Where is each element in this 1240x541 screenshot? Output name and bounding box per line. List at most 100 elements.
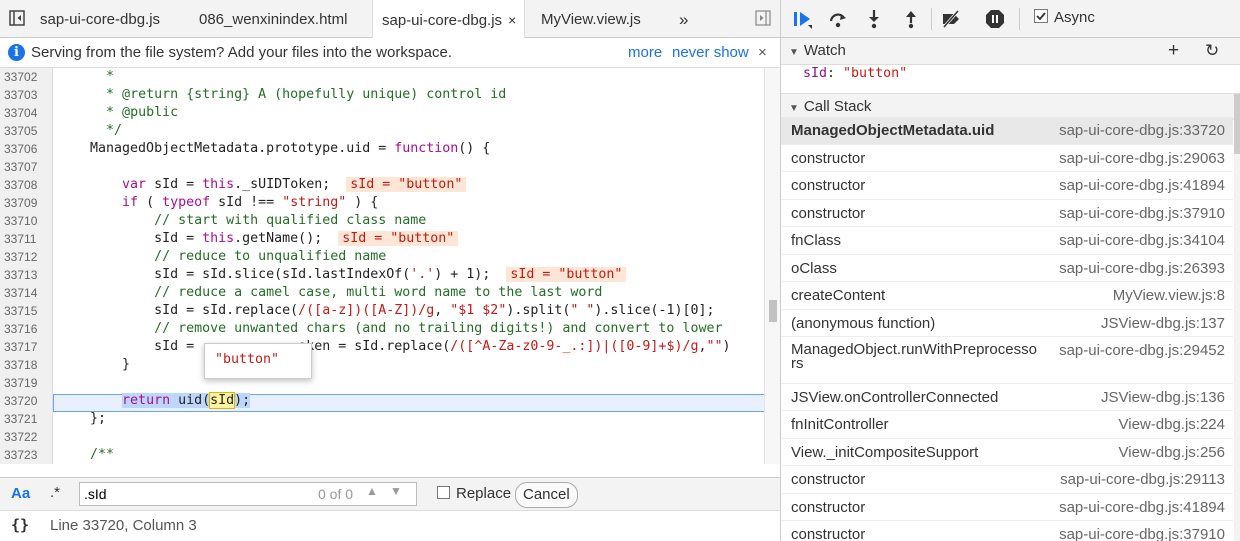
call-frame[interactable]: oClass sap-ui-core-dbg.js:26393 (781, 255, 1233, 282)
step-into-icon[interactable] (864, 9, 884, 29)
match-case-toggle[interactable]: Aa (11, 485, 30, 502)
line-number[interactable]: 33722 (0, 428, 53, 446)
previous-match-icon[interactable]: ▲ (366, 484, 378, 498)
call-frame-location[interactable]: sap-ui-core-dbg.js:34104 (1059, 227, 1225, 254)
call-frame-location[interactable]: sap-ui-core-dbg.js:41894 (1059, 494, 1225, 521)
call-frame[interactable]: constructor sap-ui-core-dbg.js:37910 (781, 521, 1233, 541)
regex-toggle[interactable]: .* (50, 484, 60, 501)
call-frame[interactable]: ManagedObjectMetadata.uid sap-ui-core-dbg… (781, 117, 1233, 145)
never-show-link[interactable]: never show (672, 38, 749, 68)
code-line: * @return {string} A (hopefully unique) … (106, 87, 507, 102)
call-frame[interactable]: fnInitController View-dbg.js:224 (781, 411, 1233, 439)
call-frame-location[interactable]: sap-ui-core-dbg.js:29452 (1059, 337, 1225, 364)
tab-sap-ui-core-dbg-1[interactable]: sap-ui-core-dbg.js (40, 0, 160, 37)
watch-header[interactable]: ▼ Watch + ↻ (781, 38, 1240, 65)
tab-086-wenxinindex[interactable]: 086_wenxinindex.html (199, 0, 347, 37)
call-stack-header[interactable]: ▼ Call Stack (781, 93, 1240, 120)
step-over-icon[interactable] (828, 9, 848, 29)
line-number[interactable]: 33704 (0, 104, 53, 122)
tab-close-icon[interactable]: × (508, 12, 516, 28)
scrollbar-thumb[interactable] (769, 300, 777, 322)
line-number[interactable]: 33716 (0, 320, 53, 338)
call-frame-function: ManagedObjectMetadata.uid (791, 122, 995, 139)
code-editor[interactable]: 33702 33703 33704 33705 33706 33707 33708 33709… (0, 68, 780, 464)
call-frame[interactable]: fnClass sap-ui-core-dbg.js:34104 (781, 227, 1233, 255)
line-number[interactable]: 33715 (0, 302, 53, 320)
call-frame[interactable]: JSView.onControllerConnected JSView-dbg.j… (781, 384, 1233, 411)
call-frame-function: constructor (791, 471, 866, 488)
code-line: * @public (106, 105, 179, 120)
call-frame-location[interactable]: MyView.view.js:8 (1113, 282, 1225, 309)
line-number[interactable]: 33706 (0, 140, 53, 158)
call-frame[interactable]: (anonymous function) JSView-dbg.js:137 (781, 310, 1233, 337)
pretty-print-icon[interactable]: {} (11, 516, 29, 534)
step-out-icon[interactable] (901, 9, 921, 29)
line-number[interactable]: 33723 (0, 446, 53, 464)
line-number[interactable]: 33714 (0, 284, 53, 302)
call-frame-location[interactable]: sap-ui-core-dbg.js:37910 (1059, 521, 1225, 541)
call-frame-location[interactable]: sap-ui-core-dbg.js:37910 (1059, 200, 1225, 227)
line-number[interactable]: 33709 (0, 194, 53, 212)
line-number[interactable]: 33702 (0, 68, 53, 86)
line-number[interactable]: 33713 (0, 266, 53, 284)
cancel-button[interactable]: Cancel (515, 482, 578, 508)
line-number[interactable]: 33708 (0, 176, 53, 194)
tab-label: 086_wenxinindex.html (199, 11, 348, 28)
tab-label: sap-ui-core-dbg.js (40, 11, 161, 28)
call-frame[interactable]: createContent MyView.view.js:8 (781, 282, 1233, 310)
call-frame-location[interactable]: JSView-dbg.js:136 (1101, 384, 1225, 411)
line-number[interactable]: 33707 (0, 158, 53, 176)
next-match-icon[interactable]: ▼ (390, 484, 402, 498)
deactivate-breakpoints-icon[interactable] (941, 9, 961, 29)
line-number[interactable]: 33720 (0, 392, 53, 410)
call-frame-location[interactable]: sap-ui-core-dbg.js:29063 (1059, 145, 1225, 172)
line-number[interactable]: 33705 (0, 122, 53, 140)
call-frame-location[interactable]: JSView-dbg.js:137 (1101, 310, 1225, 337)
pause-on-exceptions-icon[interactable] (985, 9, 1005, 29)
more-link[interactable]: more (628, 38, 662, 68)
tab-overflow-button[interactable]: » (679, 0, 688, 37)
line-number[interactable]: 33718 (0, 356, 53, 374)
call-frame-function: createContent (791, 287, 886, 304)
sidebar-scrollbar[interactable] (1234, 94, 1240, 541)
call-frame[interactable]: ManagedObject.runWithPreprocesso rs sap-ui… (781, 337, 1233, 384)
call-frame[interactable]: constructor sap-ui-core-dbg.js:41894 (781, 172, 1233, 200)
call-frame-location[interactable]: View-dbg.js:256 (1119, 439, 1225, 466)
call-frame-location[interactable]: sap-ui-core-dbg.js:33720 (1059, 117, 1225, 144)
line-number[interactable]: 33711 (0, 230, 53, 248)
call-frame[interactable]: constructor sap-ui-core-dbg.js:41894 (781, 494, 1233, 521)
watch-title: Watch (803, 42, 846, 59)
line-number[interactable]: 33719 (0, 374, 53, 392)
resume-icon[interactable] (793, 9, 813, 29)
call-frame[interactable]: constructor sap-ui-core-dbg.js:29113 (781, 466, 1233, 494)
editor-vertical-scrollbar[interactable] (764, 68, 780, 464)
call-frame[interactable]: constructor sap-ui-core-dbg.js:29063 (781, 145, 1233, 172)
call-frame-location[interactable]: sap-ui-core-dbg.js:29113 (1060, 466, 1225, 493)
line-number[interactable]: 33703 (0, 86, 53, 104)
scrollbar-thumb[interactable] (1234, 94, 1240, 154)
call-frame-location[interactable]: sap-ui-core-dbg.js:41894 (1059, 172, 1225, 199)
code-line: */ (106, 123, 123, 138)
call-stack-title: Call Stack (803, 98, 872, 115)
line-number[interactable]: 33717 (0, 338, 53, 356)
call-frame-location[interactable]: sap-ui-core-dbg.js:26393 (1059, 255, 1225, 282)
call-frame[interactable]: View._initCompositeSupport View-dbg.js:25… (781, 439, 1233, 466)
watch-expression[interactable]: sId: "button" (803, 66, 907, 81)
tab-sap-ui-core-dbg-active[interactable]: sap-ui-core-dbg.js × (372, 0, 526, 38)
refresh-watch-icon[interactable]: ↻ (1205, 38, 1219, 64)
call-frame-function: fnInitController (791, 416, 889, 433)
toggle-debugger-icon[interactable] (755, 10, 771, 26)
line-number[interactable]: 33721 (0, 410, 53, 428)
async-checkbox[interactable]: Async (1034, 9, 1095, 26)
add-watch-icon[interactable]: + (1168, 38, 1179, 64)
toggle-navigator-icon[interactable] (9, 10, 25, 26)
call-frame-location[interactable]: View-dbg.js:224 (1119, 411, 1225, 438)
call-frame[interactable]: constructor sap-ui-core-dbg.js:37910 (781, 200, 1233, 227)
tab-myview[interactable]: MyView.view.js (541, 0, 641, 37)
infobar-close-icon[interactable]: × (758, 38, 767, 68)
line-number[interactable]: 33712 (0, 248, 53, 266)
line-number[interactable]: 33710 (0, 212, 53, 230)
replace-checkbox[interactable]: Replace (437, 485, 511, 502)
